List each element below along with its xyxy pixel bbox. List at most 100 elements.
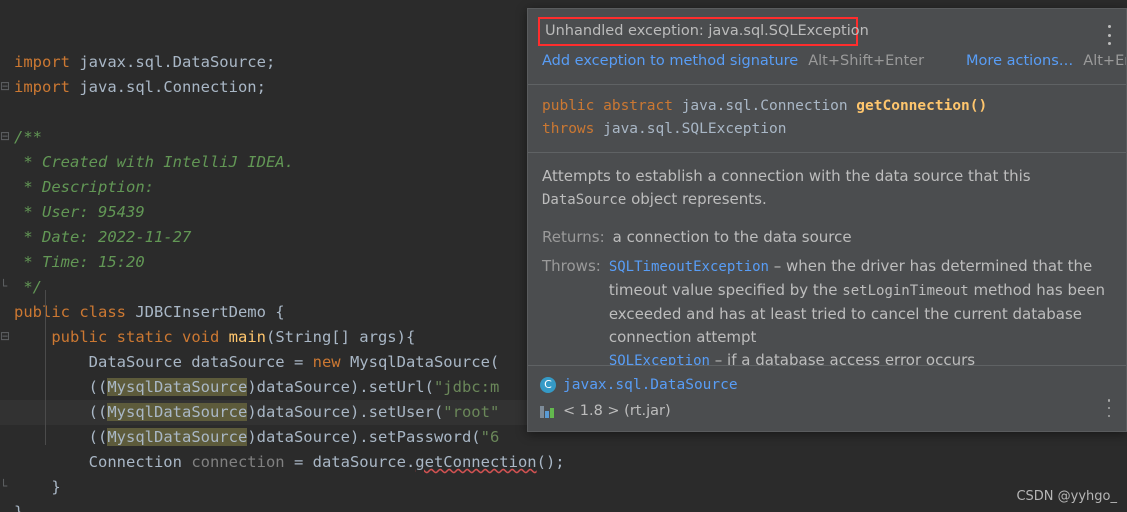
documentation-popup[interactable]: Unhandled exception: java.sql.SQLExcepti…: [527, 8, 1127, 432]
code-token: ((: [14, 378, 108, 396]
watermark: CSDN @yyhgo_: [1016, 489, 1117, 504]
signature-method-name: getConnection(): [856, 98, 988, 114]
code-token: * Created with IntelliJ IDEA.: [14, 153, 294, 171]
exception-link[interactable]: SQLException: [609, 353, 710, 365]
code-token: ();: [536, 453, 565, 471]
doc-throws-label: Throws:: [542, 257, 601, 275]
code-token: MysqlDataSource: [107, 378, 248, 396]
fold-end-icon[interactable]: └: [0, 279, 12, 293]
doc-dash: –: [768, 257, 787, 275]
doc-text: if a database access error occurs: [727, 351, 976, 365]
popup-header: Unhandled exception: java.sql.SQLExcepti…: [528, 9, 1126, 85]
code-token: public: [51, 328, 117, 346]
code-token: "root": [443, 403, 500, 421]
kebab-dot: [1107, 406, 1111, 410]
fold-collapse-icon[interactable]: ⊟: [0, 79, 12, 93]
doc-returns-value: a connection to the data source: [612, 228, 852, 246]
popup-actions: Add exception to method signature Alt+Sh…: [538, 53, 1126, 69]
code-line[interactable]: }: [0, 500, 1127, 512]
code-line[interactable]: └ }: [0, 475, 1127, 500]
code-token: * Time: 15:20: [14, 253, 145, 271]
footer-library-row: < 1.8 > (rt.jar): [540, 398, 1116, 424]
code-token: getConnection: [415, 453, 537, 471]
error-title: Unhandled exception: java.sql.SQLExcepti…: [545, 23, 869, 39]
code-token: ((: [14, 428, 108, 446]
add-exception-action[interactable]: Add exception to method signature: [542, 53, 798, 69]
add-exception-shortcut: Alt+Shift+Enter: [808, 53, 925, 69]
kebab-dot: [1107, 414, 1111, 417]
code-token: new: [312, 353, 350, 371]
doc-summary-code: DataSource: [542, 192, 627, 208]
doc-returns-section: Returns: a connection to the data source: [542, 226, 1112, 249]
code-token: = dataSource.: [284, 453, 416, 471]
code-token: * User: 95439: [14, 203, 145, 221]
doc-summary: Attempts to establish a connection with …: [542, 165, 1087, 212]
code-token: javax.sql.DataSource;: [79, 53, 276, 71]
code-token: )dataSource).setUrl(: [247, 378, 434, 396]
doc-inline-code: setLoginTimeout: [842, 283, 969, 299]
doc-throws-entries: SQLTimeoutException – when the driver ha…: [609, 255, 1109, 365]
code-token: connection: [191, 453, 285, 471]
code-token: public: [14, 303, 80, 321]
code-token: (String[] args){: [265, 328, 416, 346]
library-icon: [540, 404, 556, 418]
code-token: import: [14, 78, 80, 96]
code-token: * Date: 2022-11-27: [14, 228, 192, 246]
code-token: java.sql.Connection;: [79, 78, 266, 96]
code-token: ((: [14, 403, 108, 421]
code-token: import: [14, 53, 80, 71]
code-token: }: [14, 503, 24, 512]
screen: import javax.sql.DataSource; ⊟ import java…: [0, 0, 1127, 512]
more-vertical-icon[interactable]: [1102, 399, 1116, 417]
code-token: class: [79, 303, 136, 321]
fold-collapse-icon[interactable]: ⊟: [0, 129, 12, 143]
signature-throws-keyword: throws: [542, 121, 604, 137]
footer-class-name[interactable]: javax.sql.DataSource: [563, 377, 738, 393]
method-signature: public abstract java.sql.Connection getC…: [528, 85, 1126, 153]
code-token: static: [116, 328, 182, 346]
code-token: MysqlDataSource(: [349, 353, 500, 371]
documentation-body: Attempts to establish a connection with …: [528, 153, 1126, 365]
footer-class-row[interactable]: C javax.sql.DataSource: [540, 372, 1116, 398]
code-token: JDBCInsertDemo {: [135, 303, 285, 321]
doc-throws-entry: SQLTimeoutException – when the driver ha…: [609, 255, 1109, 349]
kebab-dot: [1107, 399, 1111, 402]
popup-footer: C javax.sql.DataSource < 1.8 > (rt.jar): [528, 365, 1126, 431]
error-title-box: Unhandled exception: java.sql.SQLExcepti…: [538, 17, 869, 46]
code-token: "6: [480, 428, 500, 446]
more-actions-action[interactable]: More actions…: [966, 53, 1073, 69]
signature-return-type: java.sql.Connection: [681, 98, 857, 114]
code-token: "jdbc:m: [433, 378, 500, 396]
doc-summary-part1: Attempts to establish a connection with …: [542, 167, 1031, 185]
signature-modifiers: public abstract: [542, 98, 682, 114]
more-actions-shortcut: Alt+Enter: [1083, 53, 1126, 69]
doc-summary-part2: object represents.: [626, 190, 767, 208]
code-token: */: [14, 278, 42, 296]
code-token: main: [228, 328, 266, 346]
doc-dash: –: [709, 351, 728, 365]
code-line[interactable]: Connection connection = dataSource.getCo…: [0, 450, 1127, 475]
more-actions-wrap: More actions… Alt+Enter: [966, 53, 1126, 69]
fold-collapse-icon[interactable]: ⊟: [0, 329, 12, 343]
code-token: * Description:: [14, 178, 154, 196]
more-vertical-icon[interactable]: [1102, 23, 1116, 47]
code-token: void: [181, 328, 229, 346]
code-token: Connection: [14, 453, 192, 471]
indent-guide: [45, 290, 46, 445]
exception-link[interactable]: SQLTimeoutException: [609, 259, 769, 275]
code-token: MysqlDataSource: [107, 403, 248, 421]
code-token: )dataSource).setUser(: [247, 403, 444, 421]
code-token: DataSource dataSource =: [14, 353, 313, 371]
class-icon: C: [540, 377, 556, 393]
footer-jar-info: < 1.8 > (rt.jar): [563, 403, 671, 419]
fold-end-icon[interactable]: └: [0, 479, 12, 493]
code-token: MysqlDataSource: [107, 428, 248, 446]
doc-returns-label: Returns:: [542, 228, 605, 246]
kebab-dot: [1107, 42, 1111, 45]
code-token: }: [14, 478, 61, 496]
doc-throws-entry: SQLException – if a database access erro…: [609, 349, 1109, 365]
kebab-dot: [1107, 33, 1111, 37]
code-token: )dataSource).setPassword(: [247, 428, 481, 446]
code-token: /**: [14, 128, 42, 146]
signature-throws-type: java.sql.SQLException: [603, 121, 787, 137]
